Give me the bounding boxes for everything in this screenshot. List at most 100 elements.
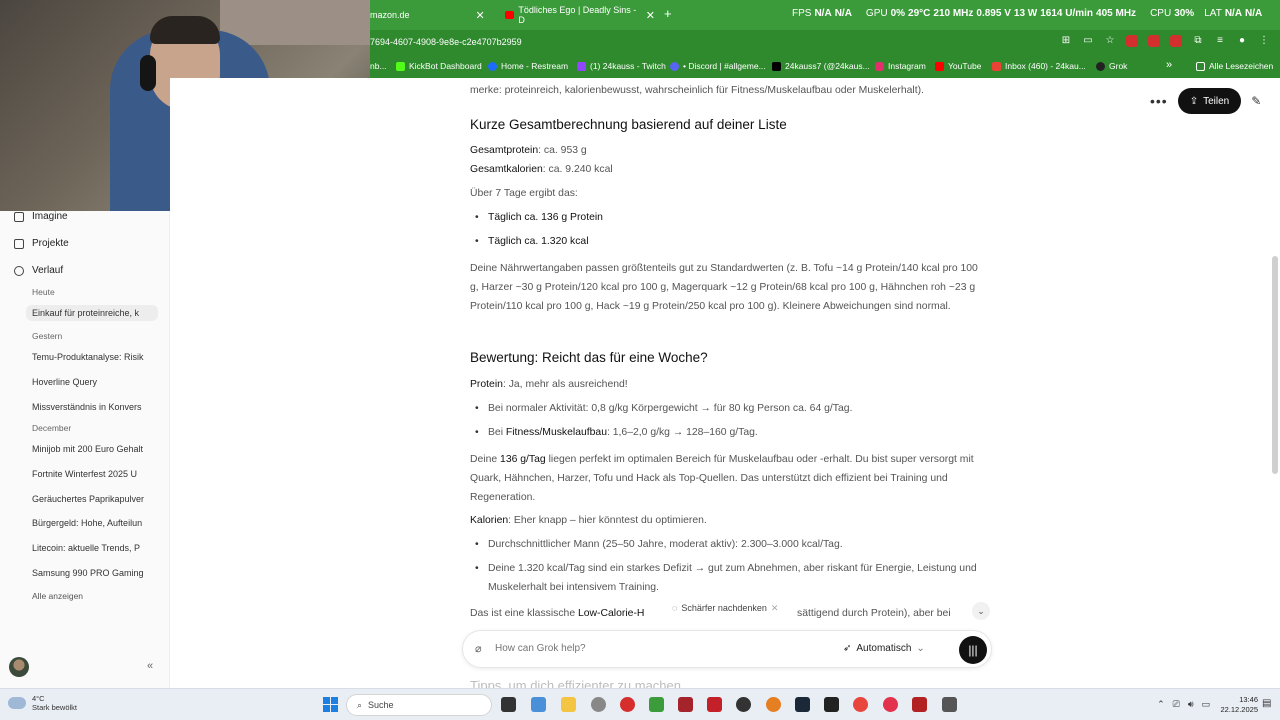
bookmark-item[interactable]: Home - Restream — [488, 61, 568, 71]
extension-red-icon[interactable] — [1148, 35, 1160, 47]
avatar[interactable] — [9, 657, 29, 677]
voice-mode-button[interactable]: ||| — [959, 636, 987, 664]
weather-text: 4°C Stark bewölkt — [32, 694, 77, 712]
attach-icon[interactable]: ⌀ — [475, 642, 482, 655]
network-icon[interactable]: ⎚ — [1173, 699, 1180, 710]
bookmark-item[interactable]: (1) 24kauss - Twitch — [577, 61, 666, 71]
overlay-value: 405 MHz — [1096, 8, 1137, 19]
app-orange-icon[interactable] — [766, 697, 781, 712]
url-field[interactable]: 7694-4607-4908-9e8e-c2e4707b2959 — [370, 37, 522, 47]
history-item[interactable]: Litecoin: aktuelle Trends, P — [26, 540, 158, 556]
overlay-value: 210 MHz — [933, 8, 974, 19]
text: Das ist eine klassische — [470, 608, 578, 619]
history-item[interactable]: Samsung 990 PRO Gaming — [26, 565, 158, 581]
menu-icon[interactable]: ⋮ — [1258, 35, 1270, 47]
tab-amazon[interactable]: mazon.de ✕ — [370, 4, 495, 26]
sidebar-item-projekte[interactable]: Projekte — [14, 238, 69, 249]
weather-temp: 4°C — [32, 694, 45, 703]
app-red-icon[interactable] — [678, 697, 693, 712]
show-all-history-link[interactable]: Alle anzeigen — [32, 591, 83, 601]
bookmark-item[interactable]: Inbox (460) - 24kau... — [992, 61, 1086, 71]
task-view-icon[interactable] — [501, 697, 516, 712]
weather-widget[interactable]: 4°C Stark bewölkt — [8, 694, 77, 712]
bookmark-label: (1) 24kauss - Twitch — [590, 61, 666, 71]
settings-icon[interactable] — [942, 697, 957, 712]
calculator-icon[interactable] — [531, 697, 546, 712]
taskbar-search[interactable]: ⌕ Suche — [346, 694, 492, 716]
new-tab-button[interactable]: + — [664, 6, 672, 21]
history-item[interactable]: Hoverline Query — [26, 374, 158, 390]
calendar-icon[interactable] — [1170, 35, 1182, 47]
history-item[interactable]: Geräuchertes Paprikapulver — [26, 491, 158, 507]
history-item[interactable]: Bürgergeld: Hohe, Aufteilun — [26, 515, 158, 531]
bookmark-star-icon[interactable]: ☆ — [1104, 35, 1116, 47]
close-icon[interactable]: ✕ — [646, 9, 655, 22]
opera-icon[interactable] — [620, 697, 635, 712]
more-options-icon[interactable]: ••• — [1150, 93, 1168, 109]
think-harder-pill[interactable]: ◌ Schärfer nachdenken ✕ — [664, 600, 787, 616]
browser-toolbar-icons: ⊞ ▭ ☆ ⧉ ≡ ● ⋮ — [1060, 35, 1270, 47]
tab-youtube[interactable]: Tödliches Ego | Deadly Sins - D ✕ — [505, 4, 655, 26]
obs-icon[interactable] — [736, 697, 751, 712]
chevron-up-icon[interactable]: ⌃ — [1157, 699, 1165, 710]
overlay-label: LAT — [1204, 8, 1222, 19]
scrollbar[interactable] — [1272, 256, 1278, 474]
kcal-eval-line: Kalorien: Eher knapp – hier könntest du … — [470, 511, 980, 530]
bookmark-item[interactable]: 24kauss7 (@24kaus... — [772, 61, 870, 71]
translate-icon[interactable]: ⊞ — [1060, 35, 1072, 47]
windows-start-icon[interactable] — [323, 697, 338, 712]
playlist-icon[interactable]: ≡ — [1214, 35, 1226, 47]
bookmark-label: KickBot Dashboard — [409, 61, 482, 71]
volume-icon[interactable]: 🔊︎ — [1188, 699, 1194, 710]
history-item[interactable]: Missverständnis in Konvers — [26, 399, 158, 415]
record-icon[interactable] — [707, 697, 722, 712]
new-chat-icon[interactable]: ✎ — [1251, 94, 1261, 108]
bookmark-item[interactable]: Grok — [1096, 61, 1127, 71]
share-button[interactable]: ⇪ Teilen — [1177, 88, 1242, 114]
more-bookmarks-button[interactable]: » — [1166, 59, 1172, 71]
adblock-icon[interactable] — [1126, 35, 1138, 47]
sidebar-item-imagine[interactable]: Imagine — [14, 211, 68, 222]
extensions-icon[interactable]: ⧉ — [1192, 35, 1204, 47]
history-item[interactable]: Temu-Produktanalyse: Risik — [26, 349, 158, 365]
list-item: Täglich ca. 136 g Protein — [475, 208, 988, 227]
collapse-sidebar-button[interactable]: « — [147, 660, 153, 672]
scroll-down-button[interactable]: ⌄ — [972, 602, 990, 620]
chrome-icon[interactable] — [853, 697, 868, 712]
chat-header-actions: ••• ⇪ Teilen ✎ — [1150, 88, 1261, 114]
profile-icon[interactable]: ● — [1236, 35, 1248, 47]
system-clock[interactable]: 13:46 22.12.2025 — [1208, 695, 1258, 715]
label: Fitness/Muskelaufbau — [505, 427, 607, 438]
epic-games-icon[interactable] — [824, 697, 839, 712]
mouse-icon[interactable] — [591, 697, 606, 712]
history-item[interactable]: Minijob mit 200 Euro Gehalt — [26, 441, 158, 457]
steam-icon[interactable] — [795, 697, 810, 712]
file-explorer-icon[interactable] — [561, 697, 576, 712]
headset — [140, 55, 156, 91]
text-strong: 136 g/Tag — [500, 454, 546, 465]
opera-gx-icon[interactable] — [883, 697, 898, 712]
overlay-value: 0% — [890, 8, 906, 19]
sidebar-item-verlauf[interactable]: Verlauf — [14, 265, 63, 276]
app-dark-red-icon[interactable] — [912, 697, 927, 712]
minecraft-icon[interactable] — [649, 697, 664, 712]
bookmark-label: Grok — [1109, 61, 1128, 71]
cast-icon[interactable]: ▭ — [1082, 35, 1094, 47]
mode-selector[interactable]: ➶ Automatisch ⌄ — [843, 643, 925, 654]
close-icon[interactable]: ✕ — [771, 603, 779, 614]
section-heading: Bewertung: Reicht das für eine Woche? — [470, 350, 708, 365]
prompt-input[interactable] — [495, 643, 795, 654]
bookmark-item[interactable]: Instagram — [875, 61, 926, 71]
all-bookmarks-button[interactable]: Alle Lesezeichen — [1196, 61, 1273, 71]
bookmark-item[interactable]: • Discord | #allgeme... — [670, 61, 766, 71]
text: liegen perfekt im optimalen Bereich für … — [470, 454, 974, 503]
history-item[interactable]: Einkauf für proteinreiche, k — [26, 305, 158, 321]
bookmark-item[interactable]: YouTube — [935, 61, 981, 71]
close-icon[interactable]: ✕ — [476, 9, 485, 22]
bookmark-item[interactable]: nb... — [370, 61, 387, 71]
bookmark-item[interactable]: KickBot Dashboard — [396, 61, 482, 71]
history-item[interactable]: Fortnite Winterfest 2025 U — [26, 466, 158, 482]
notification-icon[interactable]: ▤ — [1262, 698, 1271, 709]
bookmark-label: YouTube — [948, 61, 982, 71]
imagine-icon — [14, 211, 24, 222]
